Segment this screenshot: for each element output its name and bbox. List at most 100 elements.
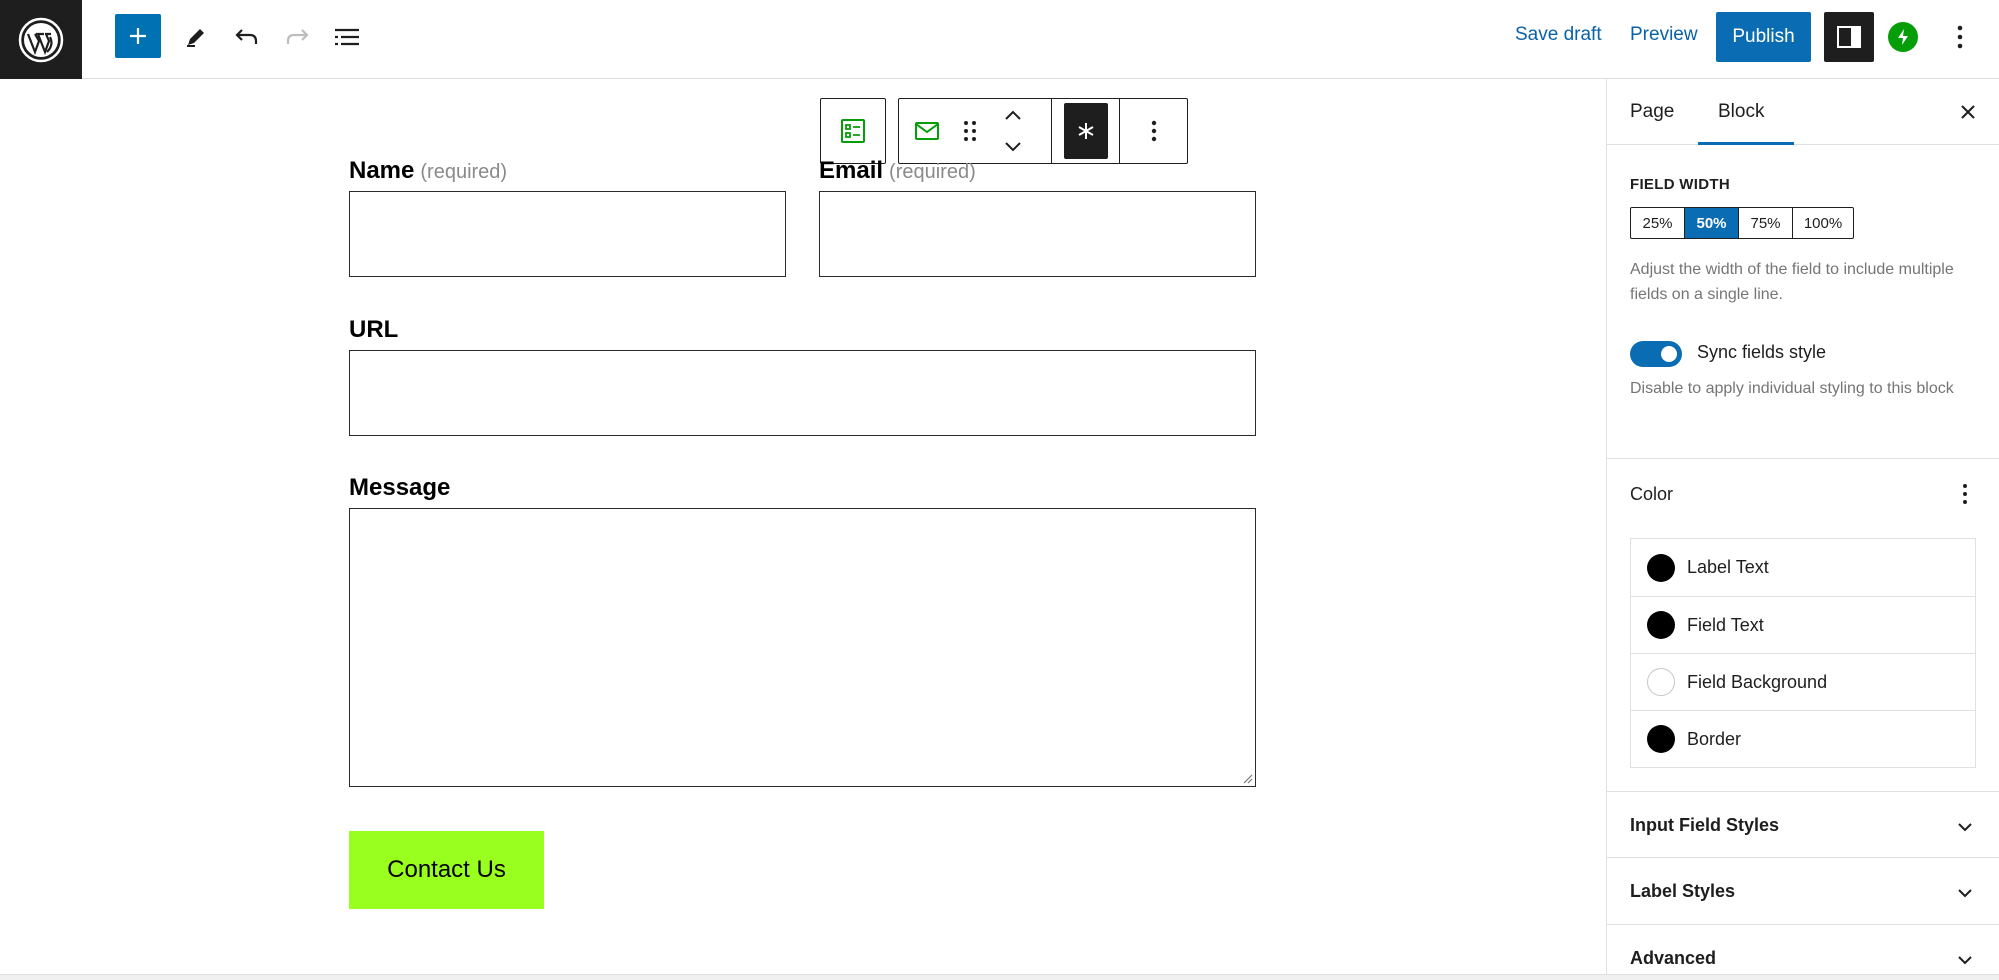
plus-icon [130,28,146,44]
move-down-button[interactable] [995,131,1031,163]
list-view-icon [335,28,359,46]
more-vertical-icon [1957,25,1963,49]
form-icon [841,119,865,143]
color-item-label: Border [1687,728,1742,749]
color-item-field-background[interactable]: Field Background [1631,653,1975,710]
color-item-label: Field Background [1687,671,1828,692]
name-label-text: Name [349,157,415,184]
url-field-label: URL [349,316,399,343]
sidebar-tabs: Page Block [1607,79,1999,145]
divider [1607,791,1999,792]
chevron-up-icon [1005,110,1021,120]
select-parent-form-button[interactable] [820,98,886,164]
sync-fields-style-toggle[interactable] [1630,341,1682,367]
more-vertical-icon [1963,484,1967,504]
pencil-icon [187,29,204,47]
contact-us-button[interactable]: Contact Us [349,831,544,909]
block-toolbar [898,98,1188,164]
wordpress-icon [18,17,64,62]
undo-icon [235,29,258,44]
divider [1607,857,1999,858]
color-settings-list: Label Text Field Text Field Background B… [1630,538,1976,768]
color-swatch [1647,553,1675,582]
toolbar-divider [1051,99,1052,163]
more-vertical-icon [1151,120,1157,142]
preview-button[interactable]: Preview [1630,24,1698,46]
drag-handle[interactable] [955,99,985,163]
tab-page[interactable]: Page [1630,101,1674,123]
panel-input-field-styles[interactable]: Input Field Styles [1630,815,1779,836]
email-label-text: Email [819,157,884,184]
chevron-down-icon [1958,823,1972,832]
editor-top-bar: Save draft Preview Publish [0,0,1999,79]
jetpack-button[interactable] [1888,22,1918,52]
jetpack-icon [1898,29,1908,45]
email-input[interactable] [819,191,1256,277]
required-hint: (required) [889,161,976,183]
move-up-button[interactable] [995,99,1031,131]
close-icon [1961,105,1975,119]
chevron-down-icon [1958,889,1972,898]
color-options-button[interactable] [1953,480,1977,508]
chevron-down-icon [1958,956,1972,965]
editor-app: Save draft Preview Publish Name (require… [0,0,1999,980]
email-field-block-type-button[interactable] [907,99,947,163]
divider [1607,458,1999,459]
close-sidebar-button[interactable] [1955,99,1981,125]
field-width-help: Adjust the width of the field to include… [1630,261,1954,303]
required-icon-bg [1064,103,1108,159]
message-field-label: Message [349,474,451,501]
color-item-border[interactable]: Border [1631,710,1975,767]
tools-button[interactable] [173,14,219,60]
color-item-label-text[interactable]: Label Text [1631,539,1975,596]
options-menu-button[interactable] [1948,16,1972,58]
block-options-button[interactable] [1131,99,1177,163]
sync-fields-style-label: Sync fields style [1697,342,1827,362]
chevron-down-icon [1005,142,1021,152]
drag-handle-icon [964,121,976,141]
settings-sidebar: Page Block FIELD WIDTH 25% 50% 75% 100% … [1606,79,1999,974]
mail-icon [915,122,939,140]
color-item-field-text[interactable]: Field Text [1631,596,1975,653]
tab-block[interactable]: Block [1718,101,1764,123]
color-item-label: Field Text [1687,614,1764,635]
panel-advanced[interactable]: Advanced [1630,948,1716,969]
field-width-50-button[interactable]: 50% [1685,208,1739,238]
name-field-label: Name (required) [349,157,507,185]
sync-fields-help: Disable to apply individual styling to t… [1630,380,1954,397]
resize-handle-icon[interactable] [1241,772,1253,784]
field-width-title: FIELD WIDTH [1630,176,1730,193]
settings-sidebar-toggle[interactable] [1824,12,1874,62]
undo-button[interactable] [224,14,270,60]
add-block-button[interactable] [115,14,161,58]
toolbar-divider [1119,99,1120,163]
document-overview-button[interactable] [324,14,370,60]
asterisk-icon [1078,123,1094,139]
toggle-knob [1661,346,1677,362]
panel-label-styles[interactable]: Label Styles [1630,881,1735,902]
redo-icon [286,29,309,44]
sidebar-icon [1837,26,1861,48]
publish-button[interactable]: Publish [1716,12,1811,62]
bottom-edge [0,974,1999,980]
name-input[interactable] [349,191,786,277]
message-textarea[interactable] [349,508,1256,787]
field-width-selector: 25% 50% 75% 100% [1630,207,1854,239]
divider [1607,924,1999,925]
color-swatch [1647,611,1675,639]
required-toggle-button[interactable] [1063,99,1109,163]
color-item-label: Label Text [1687,557,1769,577]
field-width-100-button[interactable]: 100% [1793,208,1853,238]
expand-label-styles[interactable] [1953,881,1977,905]
expand-input-field-styles[interactable] [1953,815,1977,839]
url-input[interactable] [349,350,1256,436]
field-width-25-button[interactable]: 25% [1631,208,1685,238]
color-swatch [1647,725,1675,753]
save-draft-button[interactable]: Save draft [1515,24,1602,46]
active-tab-indicator [1698,142,1794,145]
color-swatch [1647,668,1675,696]
redo-button[interactable] [274,14,320,60]
field-width-75-button[interactable]: 75% [1739,208,1793,238]
wordpress-logo-button[interactable] [0,0,82,79]
expand-advanced[interactable] [1953,948,1977,972]
